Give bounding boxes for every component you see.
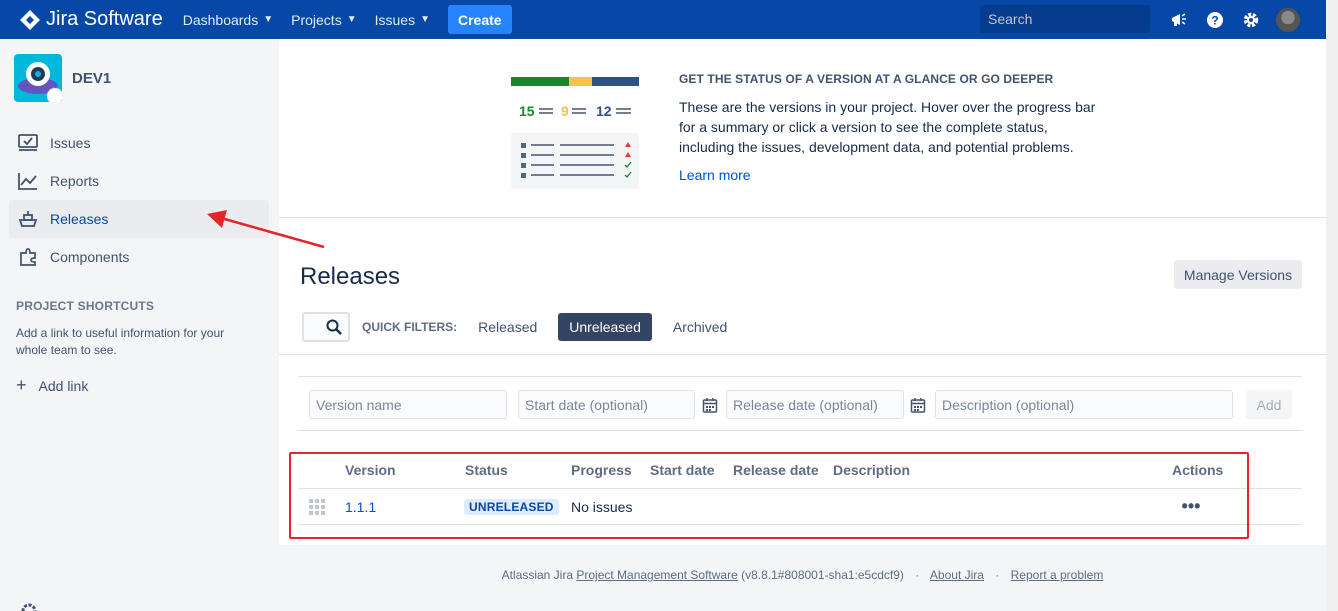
table-header: Version Status Progress Start date Relea… bbox=[298, 451, 1302, 489]
intro-title: GET THE STATUS OF A VERSION AT A GLANCE … bbox=[679, 72, 1054, 86]
chevron-down-icon: ▼ bbox=[346, 14, 357, 25]
logo-text: Jira Software bbox=[46, 8, 163, 30]
components-icon bbox=[17, 246, 39, 268]
column-progress: Progress bbox=[571, 462, 632, 478]
nav-dashboards[interactable]: Dashboards ▼ bbox=[183, 12, 273, 28]
sidebar-settings-icon[interactable] bbox=[20, 602, 38, 611]
drag-handle-icon[interactable] bbox=[309, 499, 325, 515]
manage-versions-button[interactable]: Manage Versions bbox=[1174, 260, 1302, 289]
project-avatar bbox=[14, 54, 64, 105]
nav-projects-label: Projects bbox=[291, 11, 342, 28]
calendar-icon[interactable] bbox=[910, 397, 926, 413]
report-problem-link[interactable]: Report a problem bbox=[1011, 568, 1104, 582]
chevron-down-icon: ▼ bbox=[420, 14, 430, 25]
divider bbox=[279, 354, 1326, 355]
sidebar-item-issues[interactable]: Issues bbox=[9, 124, 269, 162]
nav-issues-label: Issues bbox=[374, 11, 416, 28]
quick-filters-label: QUICK FILTERS: bbox=[362, 320, 458, 334]
sidebar-item-label: Issues bbox=[50, 135, 91, 151]
stat-done: 15 bbox=[519, 103, 535, 119]
search-box[interactable] bbox=[980, 5, 1169, 33]
jira-logo[interactable]: Jira Software bbox=[20, 8, 163, 31]
release-date-input[interactable] bbox=[726, 390, 904, 419]
shortcuts-title: PROJECT SHORTCUTS bbox=[16, 299, 155, 313]
search-icon bbox=[326, 319, 342, 335]
version-link[interactable]: 1.1.1 bbox=[345, 499, 376, 515]
project-header[interactable]: DEV1 bbox=[14, 54, 279, 105]
svg-text:?: ? bbox=[1211, 14, 1218, 28]
releases-icon bbox=[17, 208, 39, 230]
footer-prefix: Atlassian Jira bbox=[501, 568, 574, 582]
versions-table: Version Status Progress Start date Relea… bbox=[298, 451, 1302, 525]
create-button[interactable]: Create bbox=[447, 5, 512, 34]
intro-panel: 15 9 12 GET THE STATUS OF A VERSION AT A… bbox=[279, 39, 1326, 218]
intro-body: These are the versions in your project. … bbox=[679, 99, 1096, 155]
stat-in-progress: 9 bbox=[561, 103, 569, 119]
table-row[interactable]: 1.1.1 UNRELEASED No issues ••• bbox=[298, 489, 1302, 525]
help-icon[interactable]: ? bbox=[1204, 9, 1226, 31]
footer-version: (v8.8.1#808001-sha1:e5cdcf9) bbox=[741, 568, 904, 582]
nav-projects[interactable]: Projects ▼ bbox=[291, 12, 356, 28]
footer: Atlassian Jira Project Management Softwa… bbox=[279, 568, 1326, 582]
add-version-form: Add bbox=[298, 376, 1302, 431]
jira-diamond-icon bbox=[20, 9, 40, 30]
product-link[interactable]: Project Management Software bbox=[576, 568, 737, 582]
actions-menu-button[interactable]: ••• bbox=[1178, 493, 1204, 519]
project-name: DEV1 bbox=[72, 69, 112, 87]
nav-dashboards-label: Dashboards bbox=[182, 11, 259, 28]
chevron-down-icon: ▼ bbox=[263, 14, 274, 25]
sidebar: DEV1 Issues Reports Releases Components bbox=[0, 39, 279, 611]
plus-icon: + bbox=[16, 375, 27, 395]
description-input[interactable] bbox=[935, 390, 1233, 419]
filter-archived[interactable]: Archived bbox=[662, 313, 738, 341]
sidebar-item-reports[interactable]: Reports bbox=[9, 162, 269, 200]
filter-search-box[interactable] bbox=[302, 312, 350, 342]
column-status: Status bbox=[465, 462, 508, 478]
issues-icon bbox=[17, 132, 39, 154]
user-avatar[interactable] bbox=[1276, 8, 1300, 32]
add-link-button[interactable]: + Add link bbox=[16, 375, 279, 396]
quick-filters: QUICK FILTERS: Released Unreleased Archi… bbox=[302, 312, 738, 342]
nav-issues[interactable]: Issues ▼ bbox=[375, 12, 430, 28]
separator: · bbox=[995, 568, 1000, 582]
add-link-label: Add link bbox=[38, 377, 89, 394]
stat-todo: 12 bbox=[596, 103, 612, 119]
sidebar-item-label: Releases bbox=[50, 211, 109, 227]
annotation-arrow-icon bbox=[207, 210, 325, 249]
column-release-date[interactable]: Release date bbox=[733, 462, 819, 478]
versions-illustration: 15 9 12 bbox=[511, 77, 639, 189]
megaphone-icon[interactable] bbox=[1168, 9, 1190, 31]
about-jira-link[interactable]: About Jira bbox=[930, 568, 984, 582]
page-title: Releases bbox=[300, 263, 401, 290]
column-description: Description bbox=[833, 462, 911, 478]
search-input[interactable] bbox=[988, 11, 1169, 27]
settings-icon[interactable] bbox=[1240, 9, 1262, 31]
filter-released[interactable]: Released bbox=[467, 313, 548, 341]
column-version[interactable]: Version bbox=[345, 462, 396, 478]
main-content: 15 9 12 GET THE STATUS OF A VERSION AT A… bbox=[279, 39, 1326, 545]
calendar-icon[interactable] bbox=[702, 397, 718, 413]
reports-icon bbox=[17, 170, 39, 192]
column-start-date[interactable]: Start date bbox=[650, 462, 715, 478]
sidebar-item-label: Reports bbox=[50, 173, 100, 189]
learn-more-link[interactable]: Learn more bbox=[679, 167, 751, 183]
filter-unreleased[interactable]: Unreleased bbox=[558, 313, 652, 341]
separator: · bbox=[915, 568, 920, 582]
column-actions: Actions bbox=[1172, 462, 1224, 478]
top-navigation: Jira Software Dashboards ▼ Projects ▼ Is… bbox=[0, 0, 1326, 39]
progress-text: No issues bbox=[571, 499, 633, 515]
shortcuts-description: Add a link to useful information for you… bbox=[16, 326, 225, 357]
start-date-input[interactable] bbox=[518, 390, 695, 419]
sidebar-item-label: Components bbox=[50, 249, 130, 265]
status-badge: UNRELEASED bbox=[464, 499, 559, 515]
add-version-button[interactable]: Add bbox=[1246, 390, 1292, 419]
scrollbar[interactable] bbox=[1326, 0, 1338, 611]
version-name-input[interactable] bbox=[309, 390, 507, 419]
